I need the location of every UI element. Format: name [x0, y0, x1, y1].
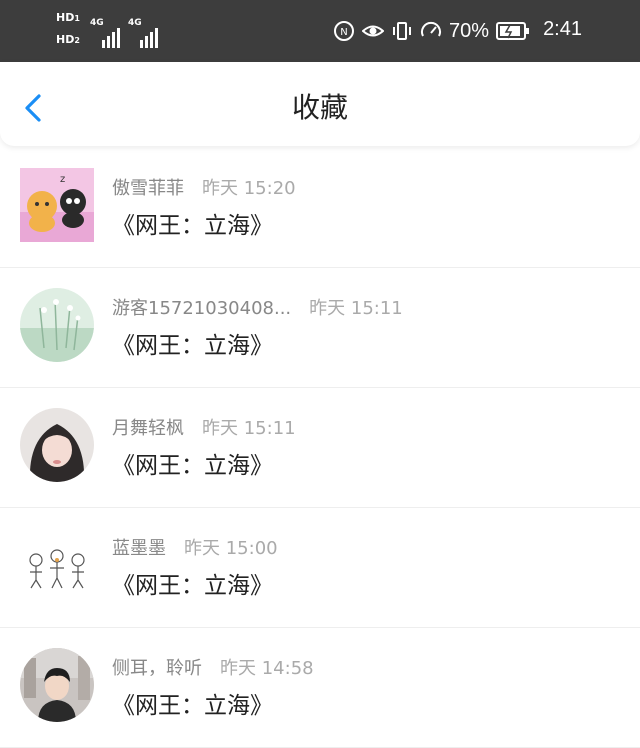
clock: 2:41	[543, 18, 582, 40]
item-meta: 傲雪菲菲 昨天 15:20	[112, 174, 296, 200]
avatar[interactable]: z	[20, 168, 94, 242]
timestamp: 昨天 15:11	[309, 298, 403, 319]
item-content[interactable]: 《网王：立海》	[112, 686, 273, 720]
item-meta: 游客15721030408... 昨天 15:11	[112, 294, 403, 320]
status-bar: HD1 HD2 4G 4G N 70% 2:41	[0, 0, 640, 62]
item-meta: 蓝墨墨 昨天 15:00	[112, 534, 278, 560]
vibrate-icon	[392, 22, 411, 40]
item-content[interactable]: 《网王：立海》	[112, 446, 273, 480]
timestamp: 昨天 15:00	[184, 538, 278, 559]
hd1-label: HD1	[56, 11, 80, 24]
list-item[interactable]: 蓝墨墨 昨天 15:00 《网王：立海》	[0, 508, 640, 628]
svg-text:N: N	[340, 27, 347, 38]
timestamp: 昨天 14:58	[220, 658, 314, 679]
signal-icon-2: 4G	[128, 18, 162, 48]
username[interactable]: 游客15721030408...	[112, 298, 291, 319]
svg-text:z: z	[60, 174, 65, 185]
username[interactable]: 侧耳，聆听	[112, 658, 202, 679]
username[interactable]: 月舞轻枫	[112, 418, 184, 439]
system-indicators: N 70%	[333, 15, 530, 47]
avatar[interactable]	[20, 648, 94, 722]
battery-icon	[496, 22, 529, 40]
favorites-list: z 傲雪菲菲 昨天 15:20 《网王：立海》 游客15721030408... 昨…	[0, 148, 640, 748]
timestamp: 昨天 15:11	[202, 418, 296, 439]
hd2-label: HD2	[56, 33, 80, 46]
avatar[interactable]	[20, 288, 94, 362]
avatar[interactable]	[20, 408, 94, 482]
username[interactable]: 傲雪菲菲	[112, 178, 184, 199]
item-content[interactable]: 《网王：立海》	[112, 206, 273, 240]
timestamp: 昨天 15:20	[202, 178, 296, 199]
item-content[interactable]: 《网王：立海》	[112, 566, 273, 600]
battery-percent: 70%	[448, 19, 489, 42]
item-content[interactable]: 《网王：立海》	[112, 326, 273, 360]
list-item[interactable]: 侧耳，聆听 昨天 14:58 《网王：立海》	[0, 628, 640, 748]
username[interactable]: 蓝墨墨	[112, 538, 166, 559]
item-meta: 侧耳，聆听 昨天 14:58	[112, 654, 314, 680]
page-header: 收藏	[0, 62, 640, 146]
list-item[interactable]: 月舞轻枫 昨天 15:11 《网王：立海》	[0, 388, 640, 508]
list-item[interactable]: z 傲雪菲菲 昨天 15:20 《网王：立海》	[0, 148, 640, 268]
list-item[interactable]: 游客15721030408... 昨天 15:11 《网王：立海》	[0, 268, 640, 388]
speed-icon	[420, 21, 441, 37]
item-meta: 月舞轻枫 昨天 15:11	[112, 414, 296, 440]
page-title: 收藏	[291, 91, 348, 124]
nfc-icon: N	[333, 21, 354, 41]
signal-icon-1: 4G	[90, 18, 124, 48]
avatar[interactable]	[20, 528, 94, 602]
eye-icon	[361, 25, 384, 37]
